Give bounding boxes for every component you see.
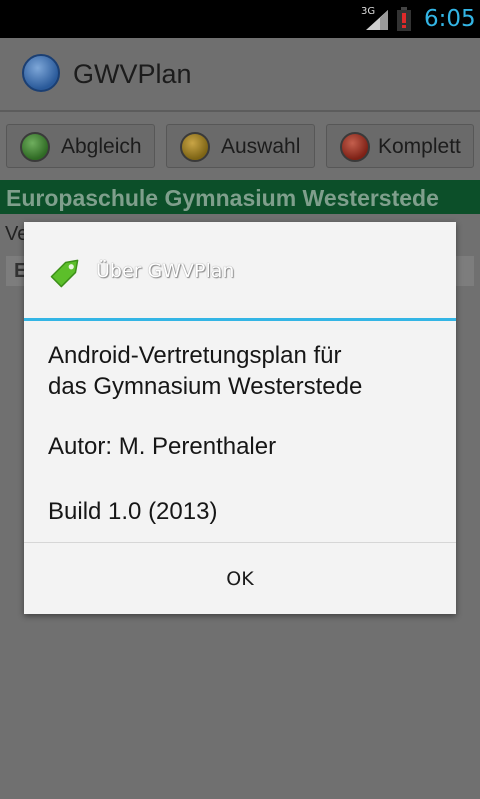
green-lamp-icon [20, 132, 50, 162]
signal-icon [366, 10, 388, 30]
button-label: Auswahl [221, 135, 301, 158]
school-header: Europaschule Gymnasium Westerstede [0, 180, 480, 214]
yellow-lamp-icon [180, 132, 210, 162]
red-lamp-icon [340, 132, 370, 162]
dialog-title-divider [24, 318, 456, 321]
button-label: Komplett [378, 135, 461, 158]
dialog-title: Über GWVPlan [96, 260, 235, 282]
message-line: das Gymnasium Westerstede [48, 373, 363, 400]
app-title: GWVPlan [73, 59, 192, 89]
ok-label: OK [226, 567, 254, 590]
komplett-button[interactable]: Komplett [326, 124, 474, 168]
battery-alert-icon [397, 7, 411, 31]
build-text: Build 1.0 (2013) [48, 498, 218, 525]
dialog-header: Über GWVPlan [24, 222, 456, 318]
school-title: Europaschule Gymnasium Westerstede [6, 185, 439, 211]
ok-button[interactable]: OK [24, 543, 456, 614]
action-bar: GWVPlan [0, 38, 480, 112]
author-text: Autor: M. Perenthaler [48, 433, 277, 460]
toolbar-buttons: Abgleich Auswahl Komplett [0, 124, 480, 172]
button-label: Abgleich [61, 135, 142, 158]
app-logo-icon[interactable] [22, 54, 60, 92]
clock: 6:05 [424, 6, 476, 32]
tag-icon [50, 259, 79, 288]
auswahl-button[interactable]: Auswahl [166, 124, 315, 168]
dialog-message: Android-Vertretungsplan für das Gymnasiu… [48, 340, 438, 402]
about-dialog: Über GWVPlan Android-Vertretungsplan für… [24, 222, 456, 614]
status-bar: 3G 6:05 [0, 0, 480, 38]
message-line: Android-Vertretungsplan für [48, 342, 342, 369]
abgleich-button[interactable]: Abgleich [6, 124, 155, 168]
